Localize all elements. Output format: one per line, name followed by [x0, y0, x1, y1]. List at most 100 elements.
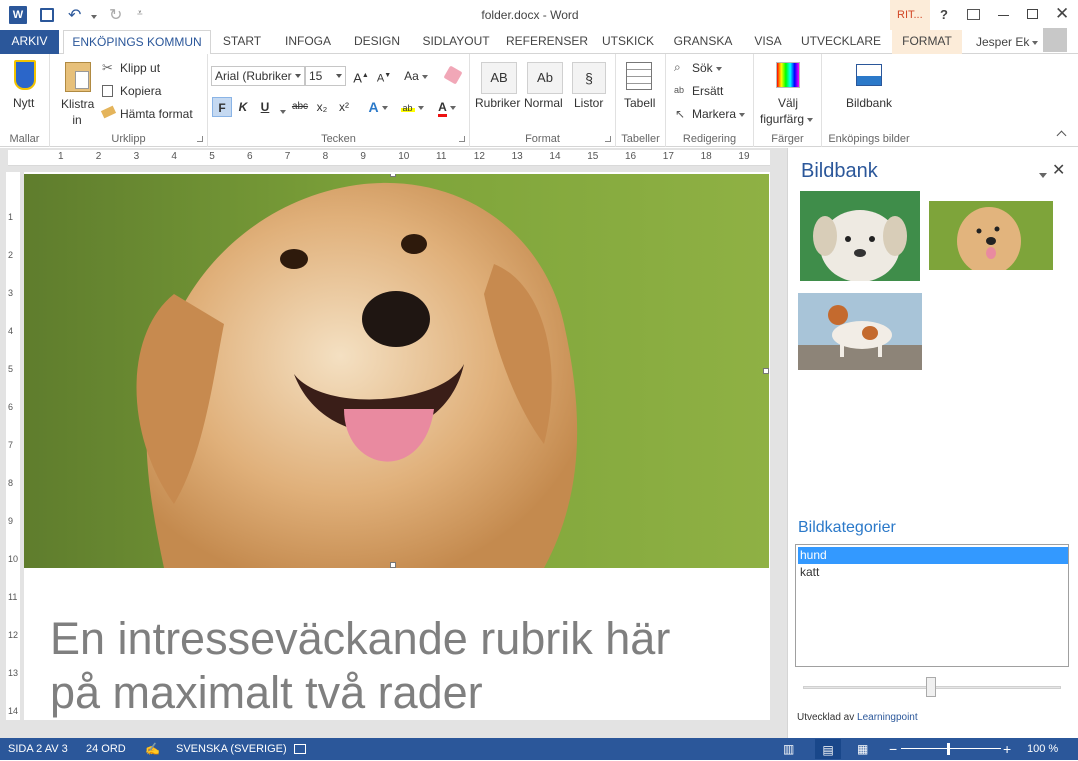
- style-listor-button[interactable]: Listor: [574, 96, 603, 110]
- underline-dropdown-icon[interactable]: [277, 104, 286, 118]
- strikethrough-button[interactable]: abc: [288, 97, 312, 117]
- bold-button[interactable]: F: [212, 97, 232, 117]
- zoom-slider-thumb[interactable]: [947, 743, 950, 755]
- tab-referenser[interactable]: REFERENSER: [506, 30, 588, 54]
- thumbnail-golden-retriever[interactable]: [929, 201, 1053, 270]
- thumbnail-white-puppy[interactable]: [800, 191, 920, 281]
- font-size-select[interactable]: 15: [305, 66, 346, 86]
- style-normal-button[interactable]: Normal: [524, 96, 563, 110]
- italic-button[interactable]: K: [233, 97, 253, 117]
- paste-button[interactable]: Klistra in: [61, 96, 94, 128]
- style-rubriker-preview[interactable]: AB: [481, 62, 517, 94]
- save-icon[interactable]: [40, 8, 54, 22]
- resize-handle-right[interactable]: [763, 368, 769, 374]
- pane-options-icon[interactable]: [1036, 168, 1047, 182]
- tab-infoga[interactable]: INFOGA: [278, 30, 338, 54]
- dialog-launcher-icon[interactable]: [459, 136, 465, 142]
- zoom-level[interactable]: 100 %: [1027, 738, 1058, 760]
- zoom-out-button[interactable]: −: [889, 738, 897, 760]
- find-button[interactable]: Sök: [692, 61, 722, 75]
- context-tab-rit[interactable]: RIT...: [897, 9, 923, 21]
- zoom-slider[interactable]: [901, 748, 1001, 749]
- help-button[interactable]: ?: [940, 7, 948, 22]
- change-case-button[interactable]: Aa: [401, 66, 431, 86]
- category-item-katt[interactable]: katt: [798, 564, 1068, 581]
- style-normal-preview[interactable]: Ab: [527, 62, 563, 94]
- image-bank-button[interactable]: Bildbank: [846, 96, 892, 110]
- tab-utskick[interactable]: UTSKICK: [596, 30, 660, 54]
- close-window-button[interactable]: ✕: [1055, 4, 1069, 24]
- text-effects-button[interactable]: A: [364, 97, 392, 117]
- document-heading[interactable]: En intresseväckande rubrik här på maxima…: [50, 612, 750, 720]
- read-mode-icon[interactable]: ▥: [783, 738, 794, 760]
- format-painter-button[interactable]: Hämta format: [120, 107, 193, 121]
- shape-color-button[interactable]: figurfärg: [760, 112, 814, 126]
- resize-handle-bottom[interactable]: [390, 562, 396, 568]
- replace-button[interactable]: Ersätt: [692, 84, 723, 98]
- style-listor-preview[interactable]: §: [572, 62, 606, 94]
- dialog-launcher-icon[interactable]: [605, 136, 611, 142]
- word-count[interactable]: 24 ORD: [86, 738, 126, 760]
- clear-formatting-icon[interactable]: [443, 65, 463, 85]
- collapse-ribbon-icon[interactable]: [1056, 130, 1067, 141]
- undo-icon[interactable]: ↶: [68, 5, 81, 25]
- style-rubriker-button[interactable]: Rubriker: [475, 96, 520, 110]
- credit-link[interactable]: Learningpoint: [857, 712, 918, 723]
- dialog-launcher-icon[interactable]: [197, 136, 203, 142]
- dog-photo[interactable]: [24, 174, 769, 568]
- underline-button[interactable]: U: [255, 97, 275, 117]
- heading-line-1[interactable]: En intresseväckande rubrik här: [50, 612, 750, 666]
- tab-start[interactable]: START: [216, 30, 268, 54]
- tab-enkopings-kommun[interactable]: ENKÖPINGS KOMMUN: [63, 30, 211, 55]
- tab-granska[interactable]: GRANSKA: [670, 30, 736, 54]
- select-button[interactable]: Markera: [692, 107, 746, 121]
- image-bank-icon[interactable]: [856, 64, 882, 86]
- word-app-icon[interactable]: W: [9, 6, 27, 24]
- shrink-font-button[interactable]: A▼: [374, 66, 394, 86]
- macro-record-icon[interactable]: [294, 744, 306, 754]
- language[interactable]: SVENSKA (SVERIGE): [176, 738, 287, 760]
- categories-list[interactable]: hund katt: [795, 544, 1069, 667]
- tab-design[interactable]: DESIGN: [348, 30, 406, 54]
- pane-slider-thumb[interactable]: [926, 677, 936, 697]
- paste-icon[interactable]: [65, 62, 91, 92]
- superscript-button[interactable]: x²: [334, 97, 354, 117]
- undo-dropdown-icon[interactable]: [88, 9, 97, 23]
- page-count[interactable]: SIDA 2 AV 3: [8, 738, 68, 760]
- copy-button[interactable]: Kopiera: [120, 84, 161, 98]
- category-item-hund[interactable]: hund: [798, 547, 1068, 564]
- tab-format[interactable]: FORMAT: [892, 30, 962, 54]
- choose-label[interactable]: Välj: [778, 96, 798, 110]
- maximize-button[interactable]: [1027, 9, 1038, 19]
- heading-line-2[interactable]: på maximalt två rader: [50, 666, 750, 720]
- redo-icon[interactable]: ↻: [109, 5, 122, 25]
- highlight-color-button[interactable]: ab: [398, 97, 426, 117]
- print-layout-icon[interactable]: ▤: [815, 739, 841, 759]
- tab-utvecklare[interactable]: UTVECKLARE: [800, 30, 882, 54]
- ribbon-display-options-icon[interactable]: [967, 9, 980, 20]
- zoom-in-button[interactable]: +: [1003, 738, 1011, 760]
- font-name-select[interactable]: Arial (Rubriker: [211, 66, 305, 86]
- tab-arkiv[interactable]: ARKIV: [0, 30, 59, 54]
- tab-visa[interactable]: VISA: [746, 30, 790, 54]
- table-button[interactable]: Tabell: [624, 96, 655, 110]
- thumbnail-jack-russell[interactable]: [798, 293, 922, 370]
- resize-handle-top[interactable]: [390, 174, 396, 177]
- avatar[interactable]: [1043, 28, 1067, 52]
- new-template-icon[interactable]: [14, 60, 36, 90]
- close-pane-icon[interactable]: ✕: [1052, 160, 1065, 180]
- shape-color-icon[interactable]: [776, 62, 800, 88]
- table-icon[interactable]: [626, 62, 652, 90]
- user-name[interactable]: Jesper Ek: [976, 35, 1039, 49]
- vertical-ruler[interactable]: 1 2 3 4 5 6 7 8 9 10 11 12 13 14: [6, 172, 20, 720]
- new-button[interactable]: Nytt: [13, 96, 34, 110]
- tab-sidlayout[interactable]: SIDLAYOUT: [416, 30, 496, 54]
- minimize-button[interactable]: [998, 15, 1009, 16]
- horizontal-ruler[interactable]: 1 2 3 4 5 6 7 8 9 10 11 12 13 14 15 16 17 18 19: [8, 150, 770, 166]
- font-color-button[interactable]: A: [432, 97, 462, 117]
- cut-button[interactable]: Klipp ut: [120, 61, 160, 75]
- subscript-button[interactable]: x₂: [312, 97, 332, 117]
- customize-toolbar-icon[interactable]: ⩡: [137, 8, 143, 19]
- proofing-icon[interactable]: ✍: [145, 738, 160, 760]
- web-layout-icon[interactable]: ▦: [857, 738, 868, 760]
